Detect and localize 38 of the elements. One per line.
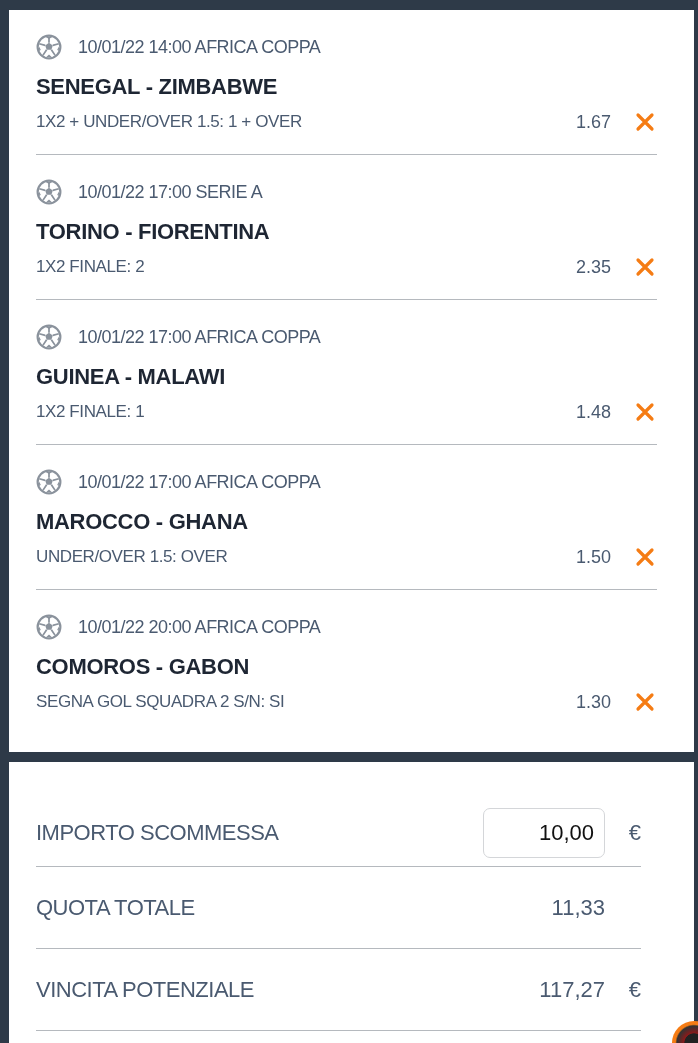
odds-value: 1.50 [575,546,611,568]
bet-market: 1X2 FINALE: 2 [36,257,146,277]
event-info: 10/01/22 20:00 AFRICA COPPA [78,616,321,638]
close-icon [635,692,655,712]
odds-value: 1.67 [575,111,611,133]
bet-market: 1X2 FINALE: 1 [36,402,146,422]
close-icon [635,402,655,422]
soccer-ball-icon [36,324,62,350]
stake-input[interactable]: 10,00 [483,808,605,858]
odds-value: 2.35 [575,256,611,278]
close-icon [635,257,655,277]
event-info: 10/01/22 14:00 AFRICA COPPA [78,36,321,58]
soccer-ball-icon [36,34,62,60]
event-info: 10/01/22 17:00 AFRICA COPPA [78,326,321,348]
summary-label: VINCITA POTENZIALE [36,976,255,1003]
close-icon [635,547,655,567]
event-info: 10/01/22 17:00 SERIE A [78,181,263,203]
event-info: 10/01/22 17:00 AFRICA COPPA [78,471,321,493]
odds-value: 1.30 [575,691,611,713]
soccer-ball-icon [36,614,62,640]
bet-market: 1X2 + UNDER/OVER 1.5: 1 + OVER [36,112,303,132]
summary-value: 11,33 [551,894,605,921]
bet-market: SEGNA GOL SQUADRA 2 S/N: SI [36,692,286,712]
match-name: MAROCCO - GHANA [36,509,249,535]
match-name: SENEGAL - ZIMBABWE [36,74,279,100]
soccer-ball-icon [36,469,62,495]
match-name: TORINO - FIORENTINA [36,219,271,245]
summary-label: QUOTA TOTALE [36,894,196,921]
close-icon [635,112,655,132]
match-name: COMOROS - GABON [36,654,251,680]
odds-value: 1.48 [575,401,611,423]
match-name: GUINEA - MALAWI [36,364,226,390]
summary-label: IMPORTO SCOMMESSA [36,820,280,846]
summary-value: 117,27 [539,976,605,1003]
currency-symbol: € [628,976,641,1002]
bet-market: UNDER/OVER 1.5: OVER [36,547,229,567]
soccer-ball-icon [36,179,62,205]
currency-symbol: € [628,820,641,845]
